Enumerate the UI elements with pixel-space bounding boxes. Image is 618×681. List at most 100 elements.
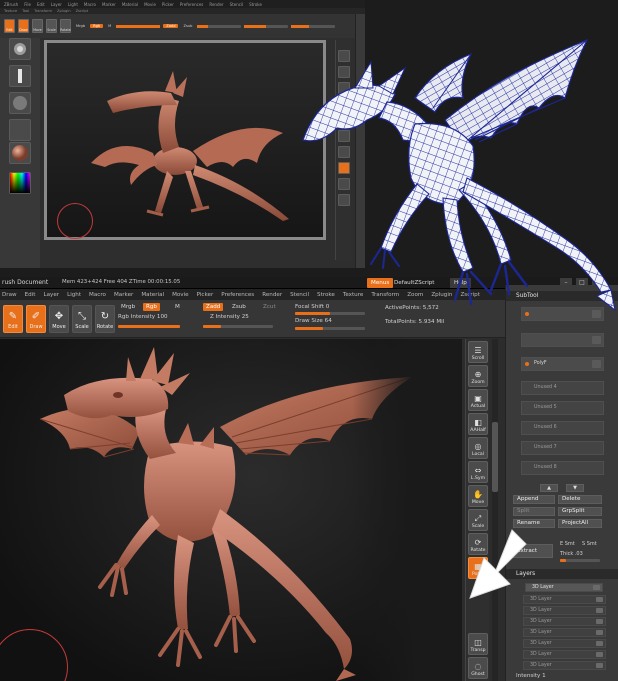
layer-row[interactable]: 3D Layer (523, 595, 606, 604)
grpsplit-button[interactable]: GrpSplit (558, 507, 602, 516)
zcut-toggle[interactable]: Zcut (260, 303, 279, 311)
eye-icon[interactable] (596, 608, 603, 613)
move-down-button[interactable]: ▼ (566, 484, 584, 492)
inset-menu-item[interactable]: Stroke (249, 2, 262, 7)
inset-draw-button[interactable]: Draw (18, 19, 29, 33)
menu-draw[interactable]: Draw (2, 292, 17, 298)
split-button[interactable]: Split (513, 507, 555, 516)
menu-light[interactable]: Light (67, 292, 81, 298)
subtool-slot-empty[interactable]: Unused 7 (521, 441, 604, 455)
menu-layer[interactable]: Layer (43, 292, 59, 298)
layer-row[interactable]: 3D Layer (523, 661, 606, 670)
eye-icon[interactable] (596, 663, 603, 668)
move-view-button[interactable]: ✋ Move (468, 485, 488, 507)
eye-icon[interactable] (596, 597, 603, 602)
lsym-button[interactable]: ⇔ L.Sym (468, 461, 488, 483)
rgb-intensity-slider[interactable] (118, 325, 180, 328)
inset-menu-item[interactable]: Zscript (76, 9, 88, 13)
transp-button[interactable]: ◫ Transp (468, 633, 488, 655)
zoom-button[interactable]: ⊕ Zoom (468, 365, 488, 387)
eye-icon[interactable] (596, 652, 603, 657)
menu-movie[interactable]: Movie (172, 292, 189, 298)
inset-menu-item[interactable]: Light (68, 2, 78, 7)
inset-menu-item[interactable]: Material (122, 2, 138, 7)
layer-row-active[interactable]: 3D Layer (525, 583, 603, 592)
inset-menu-item[interactable]: Macro (84, 2, 96, 7)
move-up-button[interactable]: ▲ (540, 484, 558, 492)
inset-canvas[interactable] (47, 43, 323, 239)
m-toggle[interactable]: M (172, 303, 183, 311)
inset-menu-item[interactable]: Marker (102, 2, 116, 7)
eye-icon[interactable] (593, 585, 600, 590)
inset-focal-shift-slider[interactable] (244, 24, 289, 28)
menu-macro[interactable]: Macro (89, 292, 106, 298)
inset-menu-item[interactable]: Movie (144, 2, 156, 7)
inset-edit-button[interactable]: Edit (4, 19, 15, 33)
append-button[interactable]: Append (513, 495, 555, 504)
inset-menu-item[interactable]: Picker (162, 2, 174, 7)
menu-render[interactable]: Render (262, 292, 282, 298)
inset-material-thumbnail[interactable] (9, 142, 31, 164)
zsub-toggle[interactable]: Zsub (229, 303, 249, 311)
ghost-button[interactable]: ◌ Ghost (468, 657, 488, 679)
inset-brush-thumbnail[interactable] (9, 38, 31, 60)
mrgb-toggle[interactable]: Mrgb (118, 303, 138, 311)
subtool-slot-empty[interactable]: Unused 6 (521, 421, 604, 435)
aahalf-button[interactable]: ◧ AAHalf (468, 413, 488, 435)
subtool-slot-empty[interactable]: Unused 8 (521, 461, 604, 475)
projectall-button[interactable]: ProjectAll (558, 519, 602, 528)
inset-menu-item[interactable]: ZBrush (4, 2, 18, 7)
draw-button[interactable]: ✐ Draw (26, 305, 46, 333)
subtool-slot-empty[interactable]: Unused 5 (521, 401, 604, 415)
inset-menu-item[interactable]: Render (209, 2, 223, 7)
z-intensity-slider[interactable] (203, 325, 273, 328)
inset-menu-item[interactable]: Layer (51, 2, 62, 7)
inset-scale-button[interactable]: Scale (46, 19, 57, 33)
draw-size-slider[interactable] (295, 327, 365, 330)
inset-move-button[interactable]: Move (32, 19, 43, 33)
local-button[interactable]: ◎ Local (468, 437, 488, 459)
layer-row[interactable]: 3D Layer (523, 650, 606, 659)
inset-menu-item[interactable]: Edit (37, 2, 45, 7)
inset-color-picker[interactable] (9, 172, 31, 194)
delete-button[interactable]: Delete (558, 495, 602, 504)
subtool-slot[interactable]: PolyF (521, 357, 604, 371)
layer-intensity-label[interactable]: Intensity 1 (516, 673, 546, 679)
menu-marker[interactable]: Marker (114, 292, 133, 298)
scroll-button[interactable]: ☰ Scroll (468, 341, 488, 363)
e-smt-label[interactable]: E Smt (560, 541, 575, 547)
inset-rgb-toggle[interactable]: Rgb (90, 24, 104, 28)
inset-alpha-thumbnail[interactable] (9, 92, 31, 114)
s-smt-label[interactable]: S Smt (582, 541, 597, 547)
menu-material[interactable]: Material (141, 292, 164, 298)
inset-menu-item[interactable]: Zplugin (57, 9, 71, 13)
inset-menu-item[interactable]: Preferences (180, 2, 204, 7)
thick-slider-label[interactable]: Thick .03 (560, 551, 583, 557)
eye-icon[interactable] (596, 630, 603, 635)
menu-picker[interactable]: Picker (197, 292, 214, 298)
eye-icon[interactable] (596, 641, 603, 646)
canvas-scroll-thumb[interactable] (492, 422, 498, 492)
subtool-slot-empty[interactable]: Unused 4 (521, 381, 604, 395)
inset-z-intensity-slider[interactable] (197, 24, 242, 28)
zadd-toggle[interactable]: Zadd (203, 303, 224, 311)
inset-zadd-toggle[interactable]: Zadd (163, 24, 179, 28)
subtool-slot[interactable] (521, 333, 604, 347)
inset-menu-item[interactable]: File (24, 2, 31, 7)
scale-button[interactable]: ⤡ Scale (72, 305, 92, 333)
layer-row[interactable]: 3D Layer (523, 639, 606, 648)
canvas-scrollbar[interactable] (492, 339, 498, 681)
inset-menu-item[interactable]: Texture (4, 9, 17, 13)
inset-rotate-button[interactable]: Rotate (60, 19, 71, 33)
inset-rgb-intensity-slider[interactable] (116, 24, 161, 28)
layer-row[interactable]: 3D Layer (523, 628, 606, 637)
rgb-toggle[interactable]: Rgb (143, 303, 160, 311)
menu-edit[interactable]: Edit (25, 292, 36, 298)
inset-mrgb-toggle[interactable]: Mrgb (74, 24, 87, 28)
edit-button[interactable]: ✎ Edit (3, 305, 23, 333)
layer-row[interactable]: 3D Layer (523, 617, 606, 626)
inset-m-toggle[interactable]: M (106, 24, 113, 28)
move-button[interactable]: ✥ Move (49, 305, 69, 333)
menu-preferences[interactable]: Preferences (221, 292, 254, 298)
eye-icon[interactable] (596, 619, 603, 624)
